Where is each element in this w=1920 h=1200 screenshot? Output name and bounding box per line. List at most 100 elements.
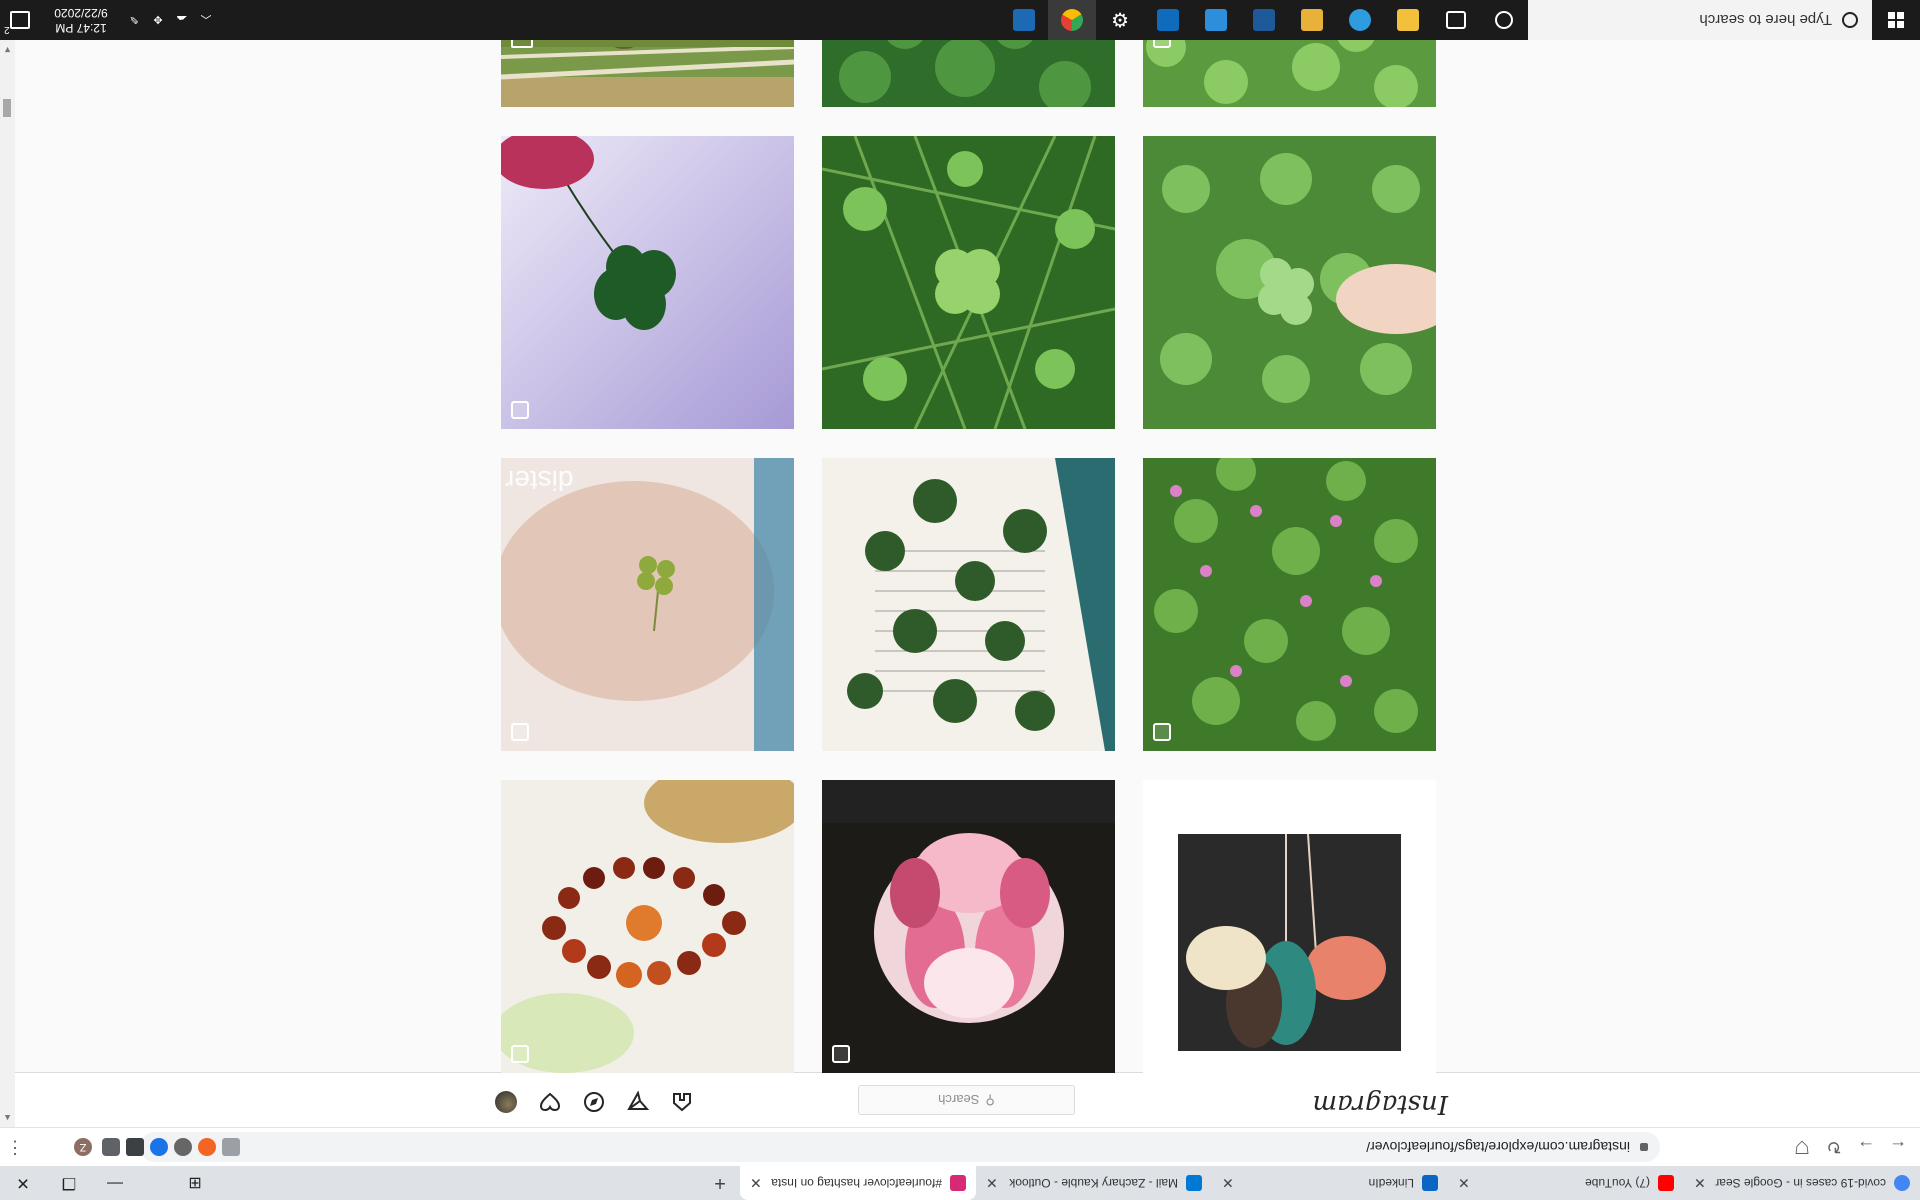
- scroll-down-icon[interactable]: ▼: [3, 45, 12, 55]
- tab-label: LinkedIn: [1368, 1176, 1414, 1190]
- screen-root: covid-19 cases in - Google Sear ✕ (7) Yo…: [0, 0, 1920, 1200]
- taskbar-app-office[interactable]: [1144, 0, 1192, 40]
- close-tab-icon[interactable]: ✕: [1458, 1175, 1470, 1192]
- action-center-button[interactable]: 2: [0, 0, 40, 40]
- home-icon[interactable]: [670, 1090, 694, 1114]
- restore-icon[interactable]: ❐: [46, 1166, 92, 1200]
- photos-icon: [1205, 9, 1227, 31]
- taskbar-search-box[interactable]: Type here to search: [1528, 0, 1872, 40]
- linkedin-favicon-icon: [1422, 1175, 1438, 1191]
- instagram-favicon-icon: [950, 1175, 966, 1191]
- browser-tab-strip: covid-19 cases in - Google Sear ✕ (7) Yo…: [0, 1166, 1920, 1200]
- notification-icon: 2: [4, 11, 30, 35]
- post-tile-clover-tattoo[interactable]: dister: [501, 458, 794, 751]
- close-window-icon[interactable]: ✕: [0, 1166, 46, 1200]
- tab-instagram[interactable]: #fourleafclover hashtag on Insta ✕: [740, 1166, 976, 1200]
- extension-dollar-icon[interactable]: [126, 1138, 144, 1156]
- explore-compass-icon[interactable]: [582, 1090, 606, 1114]
- chrome-icon: [1061, 9, 1083, 31]
- taskbar-app-file-explorer[interactable]: [1384, 0, 1432, 40]
- tab-youtube[interactable]: (7) YouTube ✕: [1448, 1166, 1684, 1200]
- tab-google-search[interactable]: covid-19 cases in - Google Sear ✕: [1684, 1166, 1920, 1200]
- taskbar-app-folder[interactable]: [1288, 0, 1336, 40]
- search-placeholder: Search: [938, 1092, 980, 1108]
- address-bar[interactable]: instagram.com/explore/tags/fourleafclove…: [140, 1132, 1660, 1162]
- gear-icon: ⚙: [1111, 8, 1129, 31]
- post-tile-amber-bracelet[interactable]: [501, 780, 794, 1073]
- photo-viewer-icon: [1013, 9, 1035, 31]
- direct-send-icon[interactable]: [626, 1090, 650, 1114]
- search-icon: ⚲: [985, 1093, 995, 1108]
- notification-count: 2: [4, 24, 10, 35]
- search-icon: [1842, 12, 1858, 28]
- windows-logo-icon: [1888, 12, 1904, 28]
- start-button[interactable]: [1872, 0, 1920, 40]
- browser-toolbar: ← → ↻ ⛉ instagram.com/explore/tags/fourl…: [0, 1127, 1920, 1166]
- tab-label: covid-19 cases in - Google Sear: [1715, 1176, 1886, 1190]
- scrollbar-thumb[interactable]: [3, 99, 11, 117]
- post-tile-clover-blossom[interactable]: [822, 780, 1115, 1073]
- url-text: instagram.com/explore/tags/fourleafclove…: [1366, 1139, 1630, 1155]
- close-tab-icon[interactable]: ✕: [750, 1175, 762, 1192]
- post-tile-clover-grass[interactable]: [822, 136, 1115, 429]
- windows-taskbar: Type here to search ⚙ ︿ ☁ ✥ ✎ 12:47 PM 9…: [0, 0, 1920, 40]
- tile-overlay-text: dister: [505, 465, 574, 496]
- taskbar-app-settings[interactable]: ⚙: [1096, 0, 1144, 40]
- post-tile-clover-field-flowers[interactable]: [1143, 458, 1436, 751]
- forward-icon[interactable]: →: [1850, 1131, 1882, 1163]
- profile-avatar-icon[interactable]: [494, 1090, 518, 1114]
- instagram-search-input[interactable]: ⚲ Search: [858, 1085, 1075, 1115]
- tab-linkedin[interactable]: LinkedIn ✕: [1212, 1166, 1448, 1200]
- carousel-indicator-icon: [1153, 723, 1171, 741]
- page-scrollbar[interactable]: ▲ ▼: [0, 40, 15, 1127]
- cortana-button[interactable]: [1480, 0, 1528, 40]
- extension-orange-icon[interactable]: [198, 1138, 216, 1156]
- carousel-indicator-icon: [832, 1045, 850, 1063]
- clock-date: 9/22/2020: [54, 6, 108, 20]
- new-tab-button[interactable]: +: [706, 1170, 734, 1196]
- taskbar-app-photo-viewer[interactable]: [1000, 0, 1048, 40]
- outlook-favicon-icon: [1186, 1175, 1202, 1191]
- tab-label: (7) YouTube: [1585, 1176, 1650, 1190]
- shield-icon[interactable]: ⛉: [1786, 1131, 1818, 1163]
- task-view-button[interactable]: [1432, 0, 1480, 40]
- edge-icon: [1349, 9, 1371, 31]
- office-icon: [1157, 9, 1179, 31]
- taskbar-clock[interactable]: 12:47 PM 9/22/2020: [40, 5, 122, 35]
- extension-blue-icon[interactable]: [150, 1138, 168, 1156]
- instagram-logo[interactable]: Instagram: [1312, 1089, 1448, 1119]
- taskbar-app-adobe-substance[interactable]: [1240, 0, 1288, 40]
- minimize-icon[interactable]: —: [92, 1166, 138, 1200]
- profile-avatar[interactable]: Z: [74, 1138, 92, 1156]
- extensions-puzzle-icon[interactable]: [102, 1138, 120, 1156]
- post-tile-picking-clover[interactable]: [1143, 136, 1436, 429]
- dropbox-icon[interactable]: ✥: [146, 14, 170, 27]
- post-tile-pressed-clovers-book[interactable]: [822, 458, 1115, 751]
- scroll-up-icon[interactable]: ▲: [3, 1113, 12, 1123]
- close-tab-icon[interactable]: ✕: [986, 1175, 998, 1192]
- reload-icon[interactable]: ↻: [1818, 1131, 1850, 1163]
- back-icon[interactable]: ←: [1882, 1131, 1914, 1163]
- lock-icon: [1640, 1143, 1648, 1151]
- tab-outlook-mail[interactable]: Mail - Zachary Kauble - Outlook ✕: [976, 1166, 1212, 1200]
- menu-dots-icon[interactable]: ⋮: [6, 1137, 24, 1158]
- taskbar-app-edge[interactable]: [1336, 0, 1384, 40]
- extension-g-icon[interactable]: [222, 1138, 240, 1156]
- activity-heart-icon[interactable]: [538, 1090, 562, 1114]
- pen-icon[interactable]: ✎: [122, 14, 146, 27]
- instagram-header: Instagram ⚲ Search: [15, 1072, 1920, 1127]
- cloud-icon[interactable]: ☁: [170, 14, 194, 27]
- carousel-indicator-icon: [511, 401, 529, 419]
- taskbar-app-chrome[interactable]: [1048, 0, 1096, 40]
- tab-search-icon[interactable]: ⊞: [172, 1166, 218, 1200]
- close-tab-icon[interactable]: ✕: [1694, 1175, 1706, 1192]
- post-tile-clover-fingers[interactable]: [501, 136, 794, 429]
- show-hidden-icons-chevron-icon[interactable]: ︿: [194, 12, 218, 28]
- extension-circle-icon[interactable]: [174, 1138, 192, 1156]
- taskbar-app-photos[interactable]: [1192, 0, 1240, 40]
- folder-icon: [1301, 9, 1323, 31]
- post-tile-pin-flowers[interactable]: [1143, 780, 1436, 1073]
- close-tab-icon[interactable]: ✕: [1222, 1175, 1234, 1192]
- carousel-indicator-icon: [511, 723, 529, 741]
- clock-time: 12:47 PM: [55, 21, 107, 35]
